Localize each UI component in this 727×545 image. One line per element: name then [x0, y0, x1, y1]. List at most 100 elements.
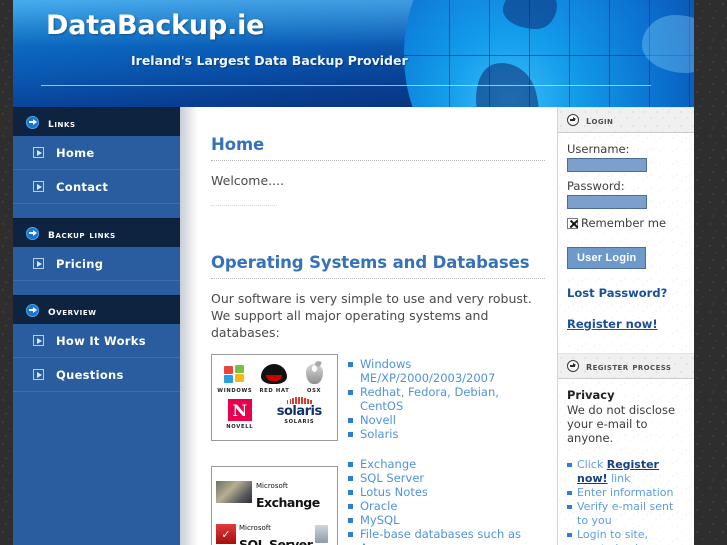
user-login-button[interactable]: User Login: [567, 247, 646, 269]
sidebar-item-label: Contact: [56, 180, 108, 194]
login-panel-header: Login: [558, 107, 694, 133]
register-panel-title: Register Process: [586, 359, 671, 373]
sidebar-item-label: How It Works: [56, 334, 146, 348]
login-panel-title: Login: [586, 113, 613, 127]
site-tagline: Ireland's Largest Data Backup Provider: [131, 53, 408, 68]
list-item: Click Register now! link: [567, 458, 685, 486]
list-item: Enter information: [567, 486, 685, 500]
right-sidebar: Login Username: Password: Remember me Us…: [557, 107, 694, 545]
sidebar-section-header-links: Links: [13, 107, 180, 136]
os-logo-caption: OSX: [295, 388, 333, 394]
sidebar-section-title: Links: [48, 115, 76, 130]
section-divider: [211, 278, 545, 279]
redhat-logo-icon: [261, 364, 287, 384]
sidebar-section-title: Backup Links: [48, 226, 116, 241]
circle-arrow-icon: [567, 114, 579, 126]
page-left-edge: [0, 0, 13, 545]
db-logos-image: Microsoft Exchange ✓ Microsoft SQL Serve…: [211, 466, 338, 545]
sidebar-item-home[interactable]: Home: [13, 136, 180, 170]
list-item: SQL Server: [348, 471, 545, 485]
exchange-photo-icon: [216, 481, 252, 503]
list-item: Solaris: [348, 427, 545, 441]
lost-password-link[interactable]: Lost Password?: [567, 286, 685, 300]
sidebar-section-items-backup-links: Pricing: [13, 247, 180, 295]
sidebar-item-pricing[interactable]: Pricing: [13, 247, 180, 281]
db-logo-vendor: Microsoft: [256, 482, 288, 490]
welcome-text: Welcome....: [211, 172, 545, 189]
remember-me-checkbox[interactable]: [567, 218, 578, 229]
os-logo-osx: OSX: [295, 361, 333, 394]
list-item: Novell: [348, 413, 545, 427]
sidebar-item-contact[interactable]: Contact: [13, 170, 180, 204]
section-heading-os-db: Operating Systems and Databases: [211, 253, 545, 272]
sidebar-item-label: Home: [56, 146, 95, 160]
register-panel-body: Privacy We do not disclose your e-mail t…: [558, 379, 694, 545]
password-input[interactable]: [567, 195, 647, 209]
sidebar-section-header-overview: Overview: [13, 295, 180, 324]
username-input[interactable]: [567, 158, 647, 172]
os-logo-caption: SOLARIS: [270, 419, 328, 425]
list-item: Exchange: [348, 457, 545, 471]
circle-arrow-icon: [567, 360, 579, 372]
sidebar-section-items-overview: How It Works Questions: [13, 324, 180, 392]
circle-arrow-icon: [26, 227, 39, 240]
sidebar-spacer: [13, 281, 180, 295]
solaris-logo-icon: [270, 397, 328, 405]
header-divider: [41, 85, 651, 86]
password-label: Password:: [567, 179, 685, 193]
solaris-wordmark: solaris: [270, 405, 328, 418]
sidebar-item-questions[interactable]: Questions: [13, 358, 180, 392]
os-logo-solaris: solaris SOLARIS: [270, 397, 328, 430]
sidebar-section-header-backup-links: Backup Links: [13, 218, 180, 247]
page-right-edge: [694, 0, 727, 545]
novell-logo-icon: N: [228, 399, 252, 421]
remember-me-label: Remember me: [581, 216, 666, 230]
remember-me-row[interactable]: Remember me: [567, 216, 685, 230]
sidebar-spacer: [13, 204, 180, 218]
sqlserver-logo-icon: ✓: [216, 524, 236, 544]
list-item: MySQL: [348, 513, 545, 527]
os-logos-image: WINDOWS RED HAT OSX N NOVELL: [211, 354, 338, 441]
db-logo-product: Exchange: [256, 495, 320, 510]
db-row: Microsoft Exchange ✓ Microsoft SQL Serve…: [211, 454, 545, 545]
box-arrow-icon: [33, 181, 44, 192]
section-spacer: [211, 217, 545, 253]
db-logo-product: SQL Server: [239, 537, 312, 545]
sidebar-section-title: Overview: [48, 303, 97, 318]
username-label: Username:: [567, 142, 685, 156]
page-title: Home: [211, 135, 545, 154]
apple-logo-icon: [306, 364, 323, 384]
list-item: Lotus Notes: [348, 485, 545, 499]
os-row: WINDOWS RED HAT OSX N NOVELL: [211, 354, 545, 441]
register-now-link[interactable]: Register now!: [567, 317, 685, 331]
os-logo-caption: WINDOWS: [216, 388, 254, 394]
step-suffix: link: [608, 472, 631, 485]
site-header: DataBackup.ie Ireland's Largest Data Bac…: [13, 0, 694, 107]
privacy-heading: Privacy: [567, 388, 685, 402]
box-arrow-icon: [33, 147, 44, 158]
box-arrow-icon: [33, 258, 44, 269]
db-logo-sqlserver: ✓ Microsoft SQL Server: [215, 513, 334, 545]
sidebar-item-label: Questions: [56, 368, 124, 382]
list-item: Windows ME/XP/2000/2003/2007: [348, 357, 545, 385]
left-sidebar: Links Home Contact Backup Links: [13, 107, 180, 545]
sidebar-section-items-links: Home Contact: [13, 136, 180, 218]
db-logo-exchange: Microsoft Exchange: [215, 471, 334, 513]
sidebar-shadow: [180, 107, 198, 545]
db-logo-vendor: Microsoft: [239, 524, 271, 532]
page-root: DataBackup.ie Ireland's Largest Data Bac…: [0, 0, 727, 545]
welcome-divider: [211, 205, 277, 206]
os-logo-novell: N NOVELL: [221, 397, 259, 430]
db-support-list: Exchange SQL Server Lotus Notes Oracle M…: [348, 454, 545, 545]
box-arrow-icon: [33, 335, 44, 346]
login-panel-body: Username: Password: Remember me User Log…: [558, 133, 694, 331]
sidebar-item-how-it-works[interactable]: How It Works: [13, 324, 180, 358]
list-item: Verify e-mail sent to you: [567, 500, 685, 528]
privacy-text: We do not disclose your e-mail to anyone…: [567, 403, 685, 445]
circle-arrow-icon: [26, 116, 39, 129]
section-body-os-db: Our software is very simple to use and v…: [211, 290, 545, 341]
circle-arrow-icon: [26, 304, 39, 317]
list-item: Login to site, create backup accounts, a…: [567, 528, 685, 545]
server-icon: [315, 525, 328, 543]
box-arrow-icon: [33, 369, 44, 380]
